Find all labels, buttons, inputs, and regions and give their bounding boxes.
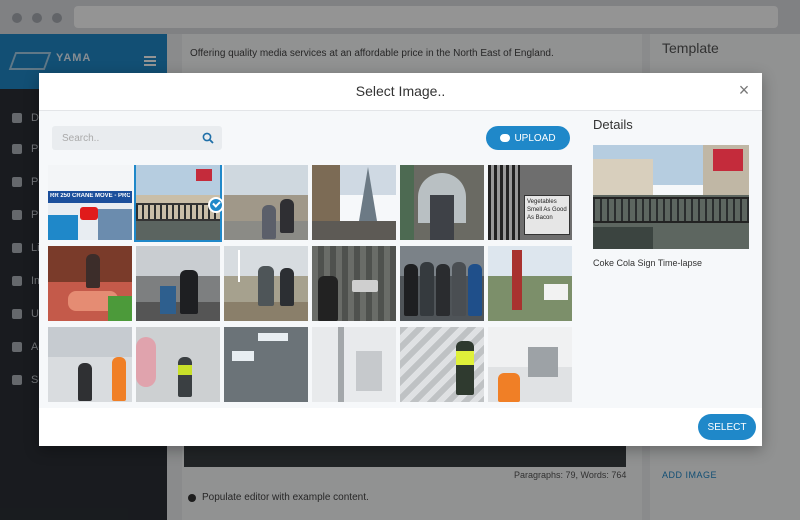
select-image-modal: Select Image.. × UPLOAD RR 250 CRANE MOV… [39, 73, 762, 446]
thumb-fish-market[interactable] [48, 246, 132, 321]
thumb-bird-feeder[interactable] [488, 246, 572, 321]
search-input[interactable] [52, 126, 197, 150]
upload-label: UPLOAD [514, 132, 556, 144]
thumb-market-arch[interactable] [400, 165, 484, 240]
vegetable-sign-text: Vegetables Smell As Good As Bacon [524, 195, 570, 235]
details-preview-image [593, 145, 749, 249]
image-grid: RR 250 CRANE MOVE - PRO Vegetables Smell… [48, 165, 574, 408]
modal-footer [39, 408, 762, 446]
thumb-wind-turbine-walk[interactable] [224, 246, 308, 321]
thumb-white-corridor[interactable] [312, 327, 396, 402]
search-box [52, 126, 222, 150]
details-panel: Details Coke Cola Sign Time-lapse [582, 111, 762, 408]
video-overlay-text: RR 250 CRANE MOVE - PRO [50, 193, 130, 199]
close-icon[interactable]: × [736, 81, 752, 99]
select-label: SELECT [707, 421, 747, 433]
modal-header: Select Image.. × [39, 73, 762, 111]
thumb-man-at-wall[interactable] [312, 246, 396, 321]
thumb-ceiling-lights[interactable] [224, 327, 308, 402]
thumb-shard-building[interactable] [312, 165, 396, 240]
select-button[interactable]: SELECT [698, 414, 756, 440]
thumb-crane-move-video[interactable]: RR 250 CRANE MOVE - PRO [48, 165, 132, 240]
modal-title: Select Image.. [355, 83, 446, 99]
selected-check-icon [208, 197, 224, 213]
cloud-upload-icon [500, 134, 511, 142]
thumb-camera-crew[interactable] [136, 246, 220, 321]
thumb-scaffold-worker[interactable] [400, 327, 484, 402]
thumb-hall-workers[interactable] [488, 327, 572, 402]
details-heading: Details [593, 117, 633, 132]
upload-button[interactable]: UPLOAD [486, 126, 570, 150]
thumb-warehouse-workers[interactable] [48, 327, 132, 402]
thumb-vegetable-shop[interactable]: Vegetables Smell As Good As Bacon [488, 165, 572, 240]
thumb-group-photo[interactable] [400, 246, 484, 321]
modal-body: UPLOAD RR 250 CRANE MOVE - PRO [39, 111, 762, 408]
details-caption: Coke Cola Sign Time-lapse [593, 258, 703, 268]
thumb-street-crowd[interactable] [224, 165, 308, 240]
search-icon[interactable] [202, 132, 214, 144]
play-icon [80, 207, 98, 220]
thumb-site-worker[interactable] [136, 327, 220, 402]
